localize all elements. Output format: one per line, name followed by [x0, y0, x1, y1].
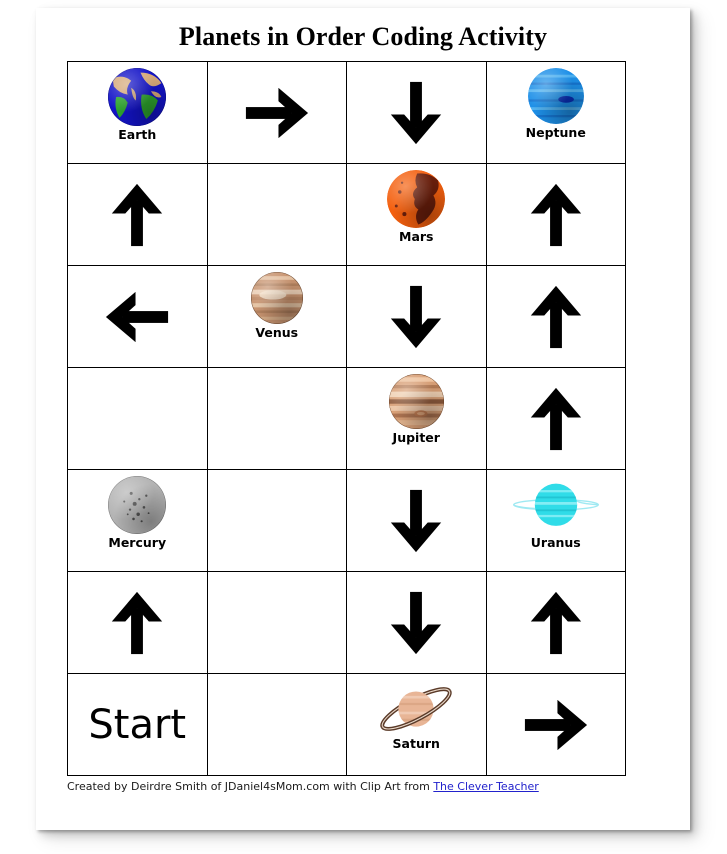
- planet-label-jupiter: Jupiter: [392, 430, 440, 445]
- grid-cell-arrow-up: [485, 265, 626, 368]
- planet-label-earth: Earth: [118, 127, 157, 142]
- jupiter-icon: [388, 374, 444, 429]
- grid-cell-planet-saturn: Saturn: [346, 673, 487, 776]
- venus-icon: [250, 272, 303, 324]
- grid-cell-arrow-up: [485, 163, 626, 266]
- grid-cell-arrow-down: [346, 265, 487, 368]
- coding-activity-grid: Earth Neptune Mars Venus Jupiter Mercury…: [67, 61, 626, 776]
- saturn-icon: [372, 680, 460, 735]
- mercury-icon: [108, 476, 167, 534]
- arrow-left-icon: [100, 280, 174, 354]
- grid-cell-empty: [206, 469, 347, 572]
- grid-cell-planet-venus: Venus: [206, 265, 347, 368]
- mars-icon: [387, 170, 446, 228]
- grid-cell-planet-uranus: Uranus: [485, 469, 626, 572]
- credit-text: Created by Deirdre Smith of JDaniel4sMom…: [67, 780, 434, 793]
- worksheet-page: Planets in Order Coding Activity Earth N…: [36, 8, 690, 830]
- arrow-right-icon: [240, 76, 314, 150]
- grid-cell-arrow-down: [346, 61, 487, 164]
- planet-label-uranus: Uranus: [530, 535, 581, 550]
- grid-cell-planet-mars: Mars: [346, 163, 487, 266]
- grid-cell-arrow-right: [206, 61, 347, 164]
- uranus-icon: [510, 476, 602, 534]
- grid-cell-arrow-up: [485, 367, 626, 470]
- grid-cell-planet-neptune: Neptune: [485, 61, 626, 164]
- grid-cell-empty: [206, 673, 347, 776]
- planet-label-mercury: Mercury: [108, 535, 167, 550]
- grid-cell-arrow-left: [67, 265, 208, 368]
- credit-line: Created by Deirdre Smith of JDaniel4sMom…: [67, 780, 667, 793]
- uranus-art: [510, 476, 602, 534]
- credit-link[interactable]: The Clever Teacher: [433, 780, 538, 793]
- grid-cell-empty: [67, 367, 208, 470]
- grid-cell-arrow-up: [67, 163, 208, 266]
- grid-row: Start Saturn: [67, 673, 626, 776]
- page-title: Planets in Order Coding Activity: [178, 22, 548, 51]
- arrow-up-icon: [519, 178, 593, 252]
- grid-row: Mercury Uranus: [67, 469, 626, 572]
- arrow-up-icon: [519, 280, 593, 354]
- grid-cell-planet-earth: Earth: [67, 61, 208, 164]
- planet-label-saturn: Saturn: [392, 736, 440, 751]
- earth-icon: [108, 68, 167, 126]
- arrow-right-icon: [519, 688, 593, 762]
- grid-cell-empty: [206, 163, 347, 266]
- planet-label-neptune: Neptune: [525, 125, 586, 140]
- grid-cell-empty: [206, 367, 347, 470]
- grid-row: Venus: [67, 265, 626, 368]
- arrow-down-icon: [379, 76, 453, 150]
- grid-cell-planet-mercury: Mercury: [67, 469, 208, 572]
- neptune-icon: [527, 68, 584, 124]
- grid-cell-start: Start: [67, 673, 208, 776]
- grid-row: Earth Neptune: [67, 61, 626, 164]
- arrow-up-icon: [519, 382, 593, 456]
- grid-row: Mars: [67, 163, 626, 266]
- grid-row: Jupiter: [67, 367, 626, 470]
- start-label: Start: [88, 701, 187, 748]
- grid-row: [67, 571, 626, 674]
- arrow-down-icon: [379, 280, 453, 354]
- grid-cell-arrow-down: [346, 469, 487, 572]
- arrow-down-icon: [379, 586, 453, 660]
- arrow-up-icon: [100, 586, 174, 660]
- grid-cell-arrow-down: [346, 571, 487, 674]
- grid-cell-empty: [206, 571, 347, 674]
- grid-cell-planet-jupiter: Jupiter: [346, 367, 487, 470]
- saturn-art: [372, 680, 460, 735]
- planet-label-venus: Venus: [255, 325, 299, 340]
- arrow-up-icon: [100, 178, 174, 252]
- planet-label-mars: Mars: [399, 229, 434, 244]
- arrow-up-icon: [519, 586, 593, 660]
- grid-cell-arrow-up: [67, 571, 208, 674]
- arrow-down-icon: [379, 484, 453, 558]
- grid-cell-arrow-right: [485, 673, 626, 776]
- grid-cell-arrow-up: [485, 571, 626, 674]
